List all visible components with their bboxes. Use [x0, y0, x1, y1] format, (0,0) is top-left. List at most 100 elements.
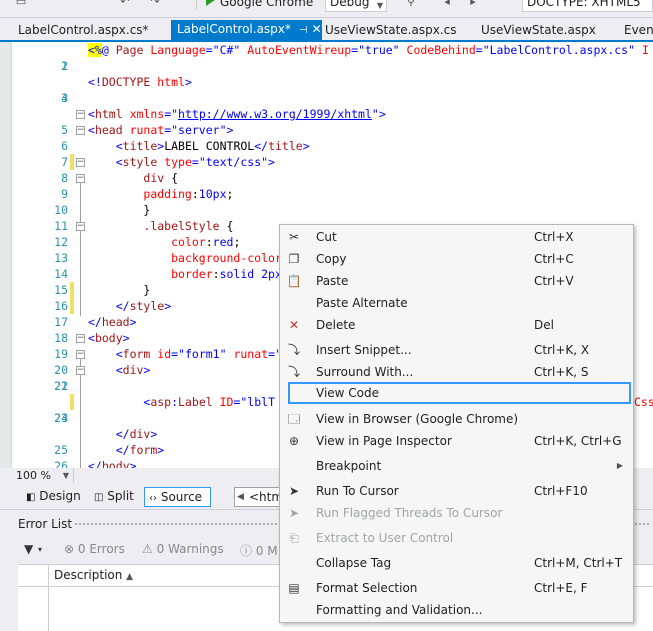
tab-label: UseViewState.aspx [481, 23, 596, 37]
chevron-left-icon[interactable]: ◀ [237, 488, 244, 506]
menu-item-breakpoint[interactable]: Breakpoint ▶ [280, 455, 633, 477]
code-text: <!DOCTYPE html> [88, 75, 192, 89]
menu-item-label: Format Selection [316, 581, 418, 595]
menu-item-shortcut: Ctrl+X [534, 230, 574, 244]
info-icon: ⓘ [240, 544, 253, 558]
delete-x-icon: ✕ [288, 318, 300, 332]
pin-icon[interactable]: ⊣ [299, 25, 308, 36]
line-number: 24 [54, 411, 68, 425]
error-icon: ⊗ [64, 542, 75, 556]
collapse-icon[interactable]: − [76, 126, 85, 135]
description-column-header[interactable]: Description ▲ [54, 568, 133, 582]
code-line: 11 } [0, 202, 653, 233]
tab-event[interactable]: Event [624, 21, 653, 42]
menu-item-label: Extract to User Control [316, 531, 454, 545]
errors-filter-button[interactable]: ⊗ 0 Errors [64, 542, 125, 556]
run-target-label[interactable]: Google Chrome [220, 0, 313, 9]
flagged-cursor-icon: ➤ [288, 506, 300, 520]
tab-label: LabelControl.aspx.cs* [18, 23, 149, 37]
close-icon[interactable]: ✕ [312, 22, 322, 36]
chevron-down-icon: ▼ [62, 471, 69, 480]
navigate-forward-icon[interactable]: ▸ [466, 0, 480, 9]
collapse-icon[interactable]: − [76, 158, 85, 167]
warnings-count: 0 Warnings [156, 542, 224, 556]
collapse-icon[interactable]: − [76, 366, 85, 375]
find-icon[interactable]: ⚲ [404, 0, 418, 9]
code-line: 5 − <html xmlns="http://www.w3.org/1999/… [0, 106, 653, 137]
snippet-icon: ⤵ [287, 343, 300, 357]
menu-item-formatting-and-validation[interactable]: Formatting and Validation... [280, 599, 633, 621]
menu-item-shortcut: Ctrl+V [534, 274, 574, 288]
menu-item-label: View Code [316, 386, 380, 400]
tab-useviewstate-aspx-cs[interactable]: UseViewState.aspx.cs [325, 21, 456, 42]
copy-icon: ❐ [288, 252, 300, 266]
error-list-title: Error List [18, 517, 73, 531]
menu-item-surround-with[interactable]: ⤵ Surround With... Ctrl+K, S [280, 361, 633, 383]
menu-item-copy[interactable]: ❐ Copy Ctrl+C [280, 248, 633, 270]
menu-item-collapse-tag[interactable]: Collapse Tag Ctrl+M, Ctrl+T [280, 552, 633, 574]
doctype-dropdown[interactable]: DOCTYPE: XHTML5 [522, 0, 653, 12]
navigate-back-icon[interactable]: ◂ [440, 0, 454, 9]
menu-item-view-code[interactable]: View Code [288, 382, 631, 404]
code-text: <div> [115, 363, 151, 377]
menu-item-shortcut: Ctrl+C [534, 252, 574, 266]
toolbar-separator [196, 0, 197, 10]
code-text: </style> [115, 299, 172, 313]
menu-item-shortcut: Ctrl+E, F [534, 581, 588, 595]
menu-item-delete[interactable]: ✕ Delete Del [280, 314, 633, 336]
menu-item-paste[interactable]: 📋 Paste Ctrl+V [280, 270, 633, 292]
menu-item-paste-alternate[interactable]: Paste Alternate [280, 292, 633, 314]
tab-labelcontrol-aspx[interactable]: LabelControl.aspx* ⊣ ✕ [171, 20, 322, 42]
warnings-filter-button[interactable]: ⚠ 0 Warnings [142, 542, 224, 556]
change-marker [70, 154, 74, 170]
menu-item-cut[interactable]: ✂ Cut Ctrl+X [280, 226, 633, 248]
code-text: <%@ Page Language="C#" AutoEventWireup="… [88, 43, 649, 57]
menu-item-label: Collapse Tag [316, 556, 392, 570]
zoom-dropdown[interactable]: 100 % ▼ [16, 468, 74, 483]
code-line: 10 padding:10px; [0, 186, 653, 217]
undo-icon[interactable]: ↶ [118, 0, 132, 9]
sort-up-icon: ▲ [126, 572, 134, 582]
menu-item-shortcut: Del [534, 318, 554, 332]
menu-item-run-to-cursor[interactable]: ➤ Run To Cursor Ctrl+F10 [280, 480, 633, 502]
code-text: </form> [115, 443, 165, 457]
code-text: } [143, 203, 151, 217]
source-view-button[interactable]: ‹› Source [144, 487, 211, 507]
design-view-button[interactable]: ◧ Design [22, 487, 81, 507]
chevron-down-icon[interactable]: ▾ [38, 545, 42, 554]
tab-labelcontrol-aspx-cs[interactable]: LabelControl.aspx.cs* [18, 21, 149, 42]
code-line: 2 [0, 58, 653, 74]
configuration-dropdown[interactable]: Debug ▼ [325, 0, 387, 12]
collapse-icon[interactable]: − [76, 222, 85, 231]
tag-breadcrumb[interactable]: ◀<html> [234, 487, 284, 507]
menu-item-label: View in Page Inspector [316, 434, 452, 448]
menu-item-extract-to-user-control: ⎗ Extract to User Control [280, 527, 633, 549]
line-number: 4 [61, 91, 68, 105]
code-overflow-text: Css [634, 395, 653, 409]
tab-useviewstate-aspx[interactable]: UseViewState.aspx [481, 21, 596, 42]
collapse-icon[interactable]: − [76, 110, 85, 119]
menu-item-view-in-page-inspector[interactable]: ⊕ View in Page Inspector Ctrl+K, Ctrl+G [280, 430, 633, 452]
collapse-icon[interactable]: − [76, 350, 85, 359]
configuration-value: Debug [330, 0, 370, 9]
menu-item-label: Run Flagged Threads To Cursor [316, 506, 503, 520]
split-view-button[interactable]: ◫ Split [90, 487, 134, 507]
new-project-icon[interactable]: ▭ [14, 0, 28, 9]
collapse-icon[interactable]: − [76, 334, 85, 343]
tab-label: UseViewState.aspx.cs [325, 23, 457, 37]
line-number: 22 [54, 379, 68, 393]
extract-icon: ⎗ [289, 531, 299, 545]
redo-icon[interactable]: ↷ [148, 0, 162, 9]
start-debug-icon[interactable] [206, 0, 215, 6]
tab-label: LabelControl.aspx* [177, 22, 291, 36]
menu-item-label: Paste [316, 274, 349, 288]
collapse-icon[interactable]: − [76, 174, 85, 183]
menu-item-insert-snippet[interactable]: ⤵ Insert Snippet... Ctrl+K, X [280, 339, 633, 361]
menu-item-label: Paste Alternate [316, 296, 408, 310]
code-text: div { [143, 171, 179, 185]
menu-item-view-in-browser[interactable]: 🗔 View in Browser (Google Chrome) [280, 408, 633, 430]
menu-item-format-selection[interactable]: ▤ Format Selection Ctrl+E, F [280, 577, 633, 599]
code-text: color:red; [171, 235, 241, 249]
filter-icon[interactable]: ▼ [24, 542, 33, 556]
messages-filter-button[interactable]: ⓘ 0 M [240, 542, 278, 559]
